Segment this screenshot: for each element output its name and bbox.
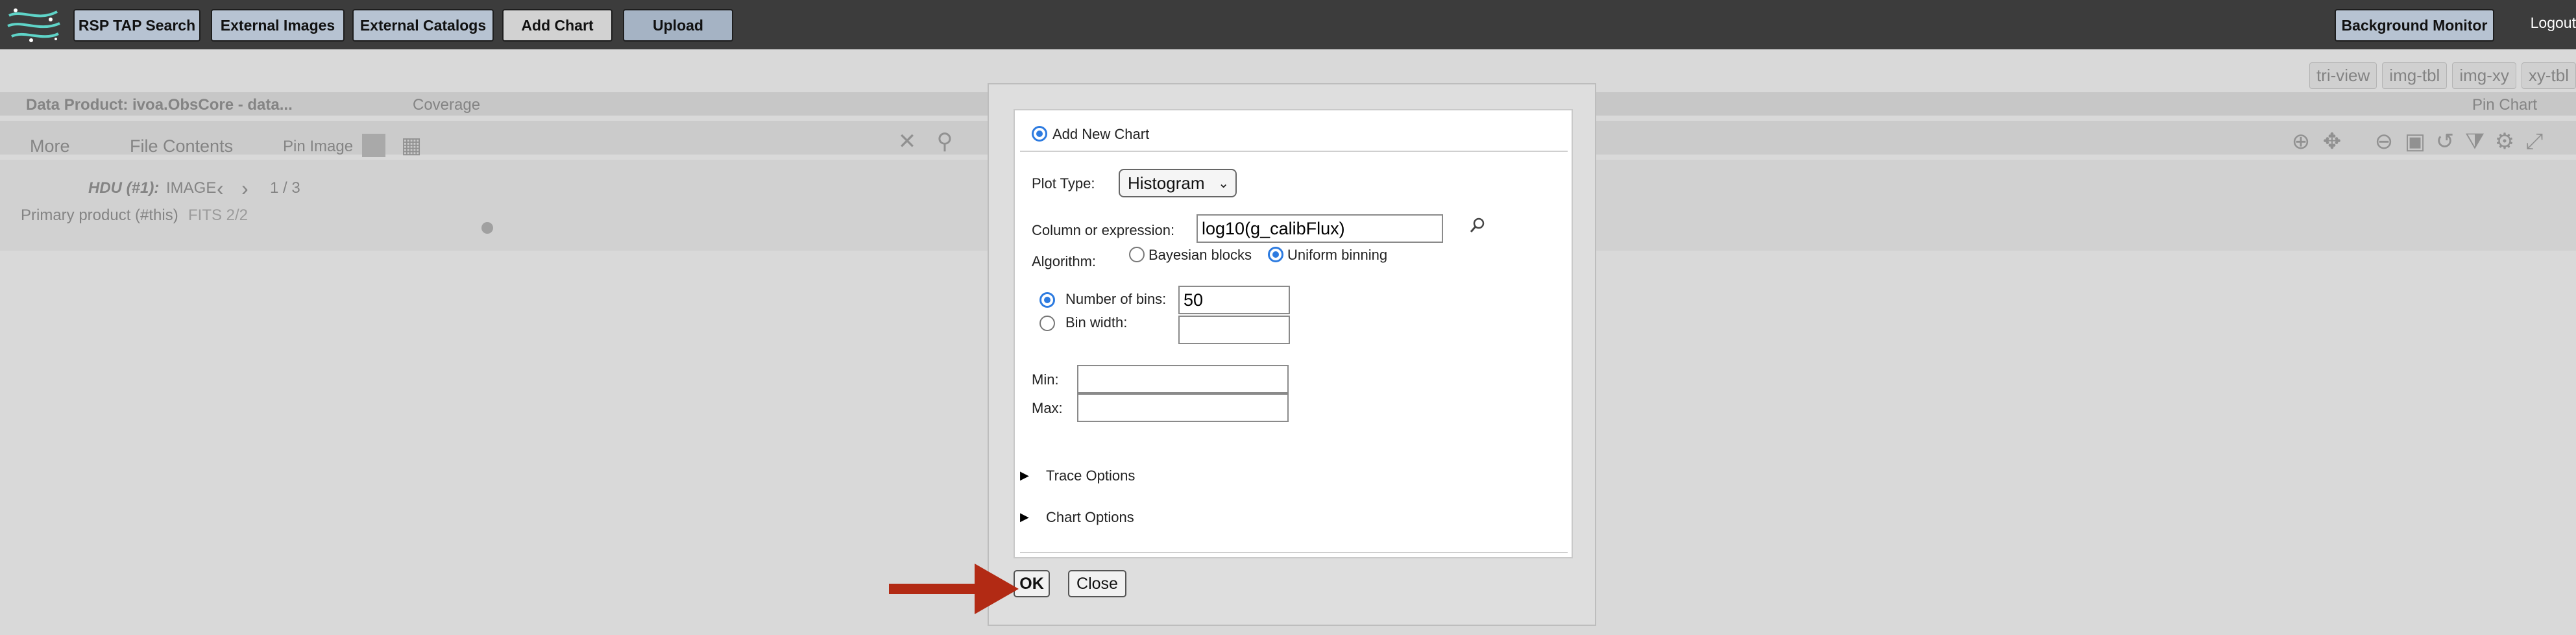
background-monitor-button[interactable]: Background Monitor <box>2335 9 2494 42</box>
arrow-pointer-icon <box>889 564 1019 614</box>
chart-options-toggle[interactable]: Chart Options <box>1046 509 1134 526</box>
uniform-binning-label: Uniform binning <box>1287 247 1388 263</box>
expand-triangle-icon[interactable]: ▶ <box>1020 510 1029 524</box>
magnifier-icon[interactable] <box>1469 217 1486 234</box>
bayesian-blocks-radio[interactable] <box>1129 247 1145 262</box>
add-new-chart-radio[interactable] <box>1032 126 1047 142</box>
add-new-chart-label: Add New Chart <box>1052 126 1150 142</box>
add-chart-button[interactable]: Add Chart <box>502 9 613 42</box>
min-input[interactable] <box>1077 365 1289 393</box>
column-expression-input[interactable]: log10(g_calibFlux) <box>1197 214 1443 243</box>
min-label: Min: <box>1032 371 1059 388</box>
external-catalogs-button[interactable]: External Catalogs <box>352 9 494 42</box>
external-images-button[interactable]: External Images <box>211 9 345 42</box>
algorithm-label: Algorithm: <box>1032 253 1097 269</box>
bin-width-label: Bin width: <box>1065 314 1128 330</box>
max-label: Max: <box>1032 400 1063 416</box>
ok-button[interactable]: OK <box>1014 570 1050 597</box>
plot-type-value: Histogram <box>1128 173 1205 193</box>
chevron-down-icon: ⌄ <box>1218 177 1229 191</box>
divider <box>1020 552 1568 553</box>
rsp-tap-search-button[interactable]: RSP TAP Search <box>73 9 200 42</box>
bayesian-blocks-label: Bayesian blocks <box>1148 247 1252 263</box>
number-of-bins-input[interactable]: 50 <box>1178 286 1290 314</box>
bin-width-input[interactable] <box>1178 316 1290 344</box>
max-input[interactable] <box>1077 393 1289 422</box>
app-logo-icon[interactable] <box>5 4 62 45</box>
upload-button[interactable]: Upload <box>623 9 733 42</box>
uniform-binning-radio[interactable] <box>1268 247 1283 262</box>
column-expression-label: Column or expression: <box>1032 222 1175 238</box>
bin-width-radio[interactable] <box>1039 316 1055 331</box>
chart-options-panel: Add New Chart Plot Type: Histogram ⌄ Col… <box>1014 109 1573 558</box>
number-of-bins-radio[interactable] <box>1039 292 1055 308</box>
top-toolbar: RSP TAP Search External Images External … <box>0 0 2576 49</box>
number-of-bins-label: Number of bins: <box>1065 291 1167 307</box>
expand-triangle-icon[interactable]: ▶ <box>1020 469 1029 482</box>
trace-options-toggle[interactable]: Trace Options <box>1046 467 1135 484</box>
divider <box>1020 151 1568 152</box>
close-button[interactable]: Close <box>1068 570 1126 597</box>
plot-type-select[interactable]: Histogram ⌄ <box>1119 169 1237 197</box>
logout-link[interactable]: Logout <box>2531 14 2576 32</box>
add-chart-dialog: Add New Chart Plot Type: Histogram ⌄ Col… <box>988 83 1596 626</box>
plot-type-label: Plot Type: <box>1032 175 1095 192</box>
